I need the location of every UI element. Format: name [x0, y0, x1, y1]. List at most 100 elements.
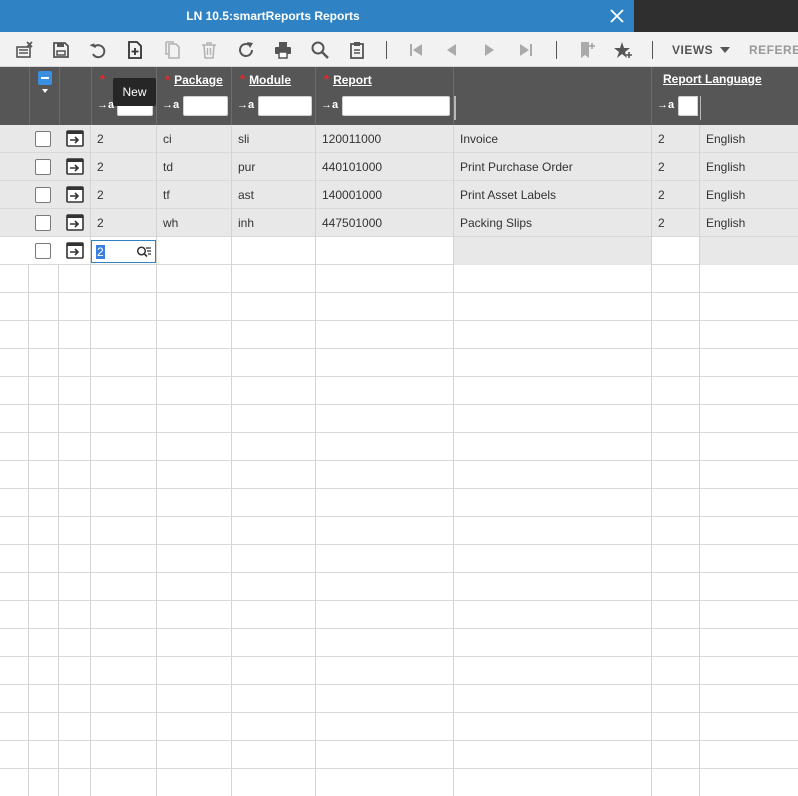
filter-prefix: →a — [97, 99, 115, 111]
zoom-lookup-icon[interactable] — [136, 244, 152, 260]
row-checkbox[interactable] — [35, 215, 51, 231]
cell-module[interactable]: inh — [231, 209, 315, 237]
header-select-all[interactable] — [29, 67, 59, 125]
cell-language-code[interactable]: 2 — [651, 153, 699, 181]
open-record-icon[interactable] — [66, 214, 84, 231]
required-marker: * — [100, 72, 106, 87]
cell-package[interactable]: tf — [156, 181, 231, 209]
row-separator — [0, 740, 798, 741]
cell-col-0[interactable]: 2 — [90, 125, 156, 153]
new-row-input[interactable]: 2 — [91, 240, 156, 263]
required-marker: * — [240, 72, 246, 87]
header-label: Report — [333, 73, 372, 87]
open-record-icon[interactable] — [66, 130, 84, 147]
cell-language-code[interactable]: 2 — [651, 125, 699, 153]
toolbar-separator — [556, 41, 557, 59]
open-record-icon[interactable] — [66, 158, 84, 175]
row-separator — [0, 768, 798, 769]
cell-description: Print Purchase Order — [453, 153, 651, 181]
filter-input-module[interactable] — [258, 96, 312, 116]
cell-package[interactable]: td — [156, 153, 231, 181]
cell-package[interactable] — [156, 237, 231, 265]
row-checkbox[interactable] — [35, 243, 51, 259]
row-checkbox[interactable] — [35, 187, 51, 203]
cell-language-code[interactable]: 2 — [651, 209, 699, 237]
cell-col-0[interactable]: 2 — [90, 181, 156, 209]
filter-input-report[interactable] — [342, 96, 450, 116]
last-record-icon[interactable] — [514, 38, 538, 62]
table-row[interactable]: 2 ci sli 120011000 Invoice 2 English — [0, 125, 798, 153]
header-report[interactable]: * Report →a — [315, 67, 453, 125]
search-icon[interactable] — [308, 38, 332, 62]
select-all-checkbox[interactable] — [38, 71, 52, 85]
cell-description: Print Asset Labels — [453, 181, 651, 209]
row-checkbox[interactable] — [35, 159, 51, 175]
cell-col-0[interactable]: 2 — [90, 153, 156, 181]
previous-record-icon[interactable] — [440, 38, 464, 62]
cell-description — [453, 237, 651, 265]
row-separator — [0, 516, 798, 517]
print-icon[interactable] — [271, 38, 295, 62]
cell-report[interactable]: 447501000 — [315, 209, 453, 237]
header-gutter — [0, 67, 29, 125]
row-separator — [0, 432, 798, 433]
cell-language-code[interactable]: 2 — [651, 181, 699, 209]
filter-input-package[interactable] — [183, 96, 228, 116]
filter-input-language[interactable] — [678, 96, 698, 116]
duplicate-icon[interactable] — [160, 38, 184, 62]
undo-icon[interactable] — [86, 38, 110, 62]
cell-package[interactable]: wh — [156, 209, 231, 237]
trash-icon[interactable] — [197, 38, 221, 62]
cell-col-0[interactable]: 2 — [90, 209, 156, 237]
attachments-icon[interactable] — [345, 38, 369, 62]
row-checkbox[interactable] — [35, 131, 51, 147]
row-separator — [0, 572, 798, 573]
header-report-language[interactable]: Report Language →a — [651, 67, 798, 125]
cell-language — [699, 237, 798, 265]
filter-prefix: →a — [321, 99, 339, 111]
favorite-add-icon[interactable] — [611, 38, 635, 62]
cell-package[interactable]: ci — [156, 125, 231, 153]
selected-text: 2 — [96, 245, 105, 259]
close-icon[interactable] — [606, 5, 628, 27]
cell-module[interactable]: ast — [231, 181, 315, 209]
session-tab[interactable]: LN 10.5:smartReports Reports — [0, 0, 634, 32]
table-row[interactable]: 2 wh inh 447501000 Packing Slips 2 Engli… — [0, 209, 798, 237]
delete-record-icon[interactable] — [12, 38, 36, 62]
header-module[interactable]: * Module →a — [231, 67, 315, 125]
cell-module[interactable]: pur — [231, 153, 315, 181]
cell-report[interactable]: 440101000 — [315, 153, 453, 181]
row-separator — [0, 404, 798, 405]
cell-language: English — [699, 125, 798, 153]
required-marker: * — [324, 72, 330, 87]
new-row[interactable]: 2 — [0, 237, 798, 265]
chevron-down-icon — [42, 89, 48, 93]
cell-module[interactable]: sli — [231, 125, 315, 153]
cell-language: English — [699, 153, 798, 181]
header-description[interactable] — [453, 67, 651, 125]
header-package[interactable]: * Package →a — [156, 67, 231, 125]
cell-language: English — [699, 209, 798, 237]
open-record-icon[interactable] — [66, 186, 84, 203]
save-icon[interactable] — [49, 38, 73, 62]
views-menu[interactable]: VIEWS — [672, 43, 731, 57]
cell-module[interactable] — [231, 237, 315, 265]
first-record-icon[interactable] — [404, 38, 428, 62]
next-record-icon[interactable] — [477, 38, 501, 62]
references-menu[interactable]: REFERE — [749, 43, 798, 57]
cell-report[interactable]: 120011000 — [315, 125, 453, 153]
cell-language-code[interactable] — [651, 237, 699, 265]
row-separator — [0, 712, 798, 713]
refresh-icon[interactable] — [234, 38, 258, 62]
cell-report[interactable] — [315, 237, 453, 265]
cell-description: Invoice — [453, 125, 651, 153]
table-row[interactable]: 2 tf ast 140001000 Print Asset Labels 2 … — [0, 181, 798, 209]
table-row[interactable]: 2 td pur 440101000 Print Purchase Order … — [0, 153, 798, 181]
header-label: Module — [249, 73, 292, 87]
cell-report[interactable]: 140001000 — [315, 181, 453, 209]
new-record-icon[interactable] — [123, 38, 147, 62]
new-tooltip: New — [113, 78, 156, 106]
open-record-icon[interactable] — [66, 242, 84, 259]
bookmark-add-icon[interactable] — [575, 38, 599, 62]
cell-language: English — [699, 181, 798, 209]
